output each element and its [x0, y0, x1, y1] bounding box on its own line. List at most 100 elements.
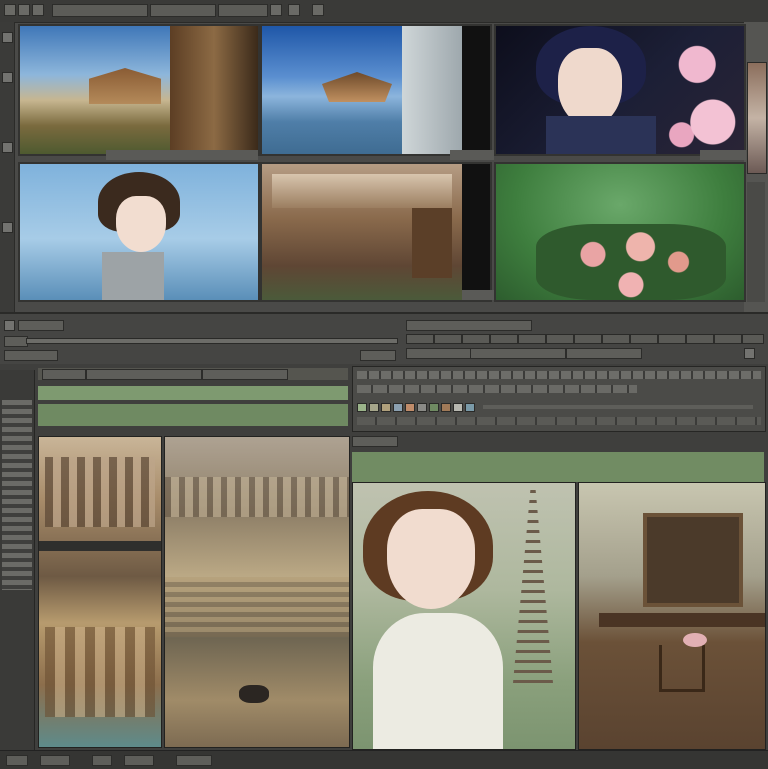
preview-town-sketch[interactable] — [164, 436, 350, 748]
control-field-2[interactable] — [4, 336, 28, 347]
right-ruler-2[interactable] — [357, 385, 637, 393]
control-field-8[interactable] — [566, 348, 642, 359]
girl-blouse-shape — [373, 613, 503, 749]
left-green-bar-2 — [38, 404, 348, 426]
strip-tool-4[interactable] — [2, 222, 13, 233]
toolbar-field-1[interactable] — [52, 4, 148, 17]
sketch-rooftops — [165, 477, 349, 517]
timeline-slider[interactable] — [26, 338, 398, 344]
building-shape — [170, 26, 258, 154]
girl-face-shape — [387, 509, 475, 609]
status-field-4[interactable] — [124, 755, 154, 766]
swatch-6[interactable] — [417, 403, 427, 412]
right-tab[interactable] — [352, 436, 398, 447]
thumbnail-temple-landscape[interactable] — [18, 24, 260, 156]
swatch-4[interactable] — [393, 403, 403, 412]
room-window — [643, 513, 743, 607]
control-toggle-1[interactable] — [4, 320, 15, 331]
swatch-5[interactable] — [405, 403, 415, 412]
strip-tool-2[interactable] — [2, 72, 13, 83]
top-toolbar — [0, 0, 768, 23]
pagoda-shape — [322, 72, 392, 102]
thumbnail-pink-flowers[interactable] — [494, 162, 746, 302]
status-bar — [0, 750, 768, 769]
left-tab-1[interactable] — [42, 369, 86, 380]
swatch-7[interactable] — [429, 403, 439, 412]
room-chair — [659, 645, 705, 692]
swatch-2[interactable] — [369, 403, 379, 412]
sketch-walls — [165, 577, 349, 637]
control-field-3[interactable] — [4, 350, 58, 361]
status-field-5[interactable] — [176, 755, 212, 766]
control-field-5[interactable] — [406, 320, 532, 331]
facade-columns — [45, 457, 155, 527]
control-field-4[interactable] — [360, 350, 396, 361]
sketch-figure — [239, 685, 269, 703]
swatch-1[interactable] — [357, 403, 367, 412]
blossom-shape — [666, 26, 744, 154]
editor-workspace — [0, 364, 768, 754]
control-toggle-2[interactable] — [744, 348, 755, 359]
boy-face-shape — [116, 196, 166, 252]
tool-list[interactable] — [2, 400, 32, 590]
thumbnail-wooden-interior[interactable] — [260, 162, 492, 302]
panel-divider — [39, 541, 161, 551]
swatch-3[interactable] — [381, 403, 391, 412]
thumbnail-girl-blossoms[interactable] — [494, 24, 746, 156]
preview-girl-tower[interactable] — [352, 482, 576, 750]
thumbnail-caption-1 — [106, 150, 258, 160]
room-table — [599, 613, 765, 627]
control-field-6[interactable] — [406, 348, 472, 359]
right-editor-header — [352, 366, 766, 432]
thumbnail-boy-sky[interactable] — [18, 162, 260, 302]
strip-tool-1[interactable] — [2, 32, 13, 43]
right-ruler-1[interactable] — [357, 371, 761, 379]
room-flowers — [683, 633, 707, 647]
control-strip — [0, 312, 768, 368]
thumbnail-caption-5 — [462, 290, 496, 300]
thumbnail-caption-2 — [450, 150, 494, 160]
preview-building-facade[interactable] — [38, 436, 162, 748]
control-field-1[interactable] — [18, 320, 64, 331]
tower-shape — [513, 483, 553, 683]
status-field-2[interactable] — [40, 755, 70, 766]
dark-border — [462, 26, 490, 154]
status-field-1[interactable] — [6, 755, 28, 766]
left-tab-2[interactable] — [86, 369, 202, 380]
control-field-7[interactable] — [470, 348, 566, 359]
swatch-8[interactable] — [441, 403, 451, 412]
brush-icon[interactable] — [32, 4, 44, 16]
temple-shape — [89, 68, 161, 104]
left-editor-header — [38, 368, 348, 380]
facade-lower — [45, 627, 155, 717]
roof-beams — [272, 174, 452, 208]
flower-cluster — [536, 224, 726, 300]
left-tool-column — [0, 370, 35, 750]
status-field-3[interactable] — [92, 755, 112, 766]
preview-room-table[interactable] — [578, 482, 766, 750]
toolbar-field-3[interactable] — [218, 4, 268, 17]
coat-shape — [546, 116, 656, 154]
side-panel — [747, 182, 765, 302]
left-tab-3[interactable] — [202, 369, 288, 380]
tool-icon[interactable] — [18, 4, 30, 16]
boy-jacket-shape — [102, 252, 164, 300]
thumbnail-pagoda-sea[interactable] — [260, 24, 492, 156]
face-shape — [558, 48, 622, 126]
side-preview-image[interactable] — [747, 62, 767, 174]
swatch-10[interactable] — [465, 403, 475, 412]
window-icon[interactable] — [4, 4, 16, 16]
strip-tool-3[interactable] — [2, 142, 13, 153]
swatch-9[interactable] — [453, 403, 463, 412]
toolbar-field-2[interactable] — [150, 4, 216, 17]
right-side-strip — [744, 22, 768, 312]
right-green-bar — [352, 452, 764, 482]
layer-icon[interactable] — [270, 4, 282, 16]
track-ruler[interactable] — [406, 334, 764, 344]
right-ruler-3[interactable] — [357, 417, 761, 425]
grid-icon[interactable] — [288, 4, 300, 16]
settings-icon[interactable] — [312, 4, 324, 16]
right-progress-track[interactable] — [483, 405, 753, 409]
thumbnail-caption-3 — [700, 150, 746, 160]
dark-border — [462, 164, 490, 300]
